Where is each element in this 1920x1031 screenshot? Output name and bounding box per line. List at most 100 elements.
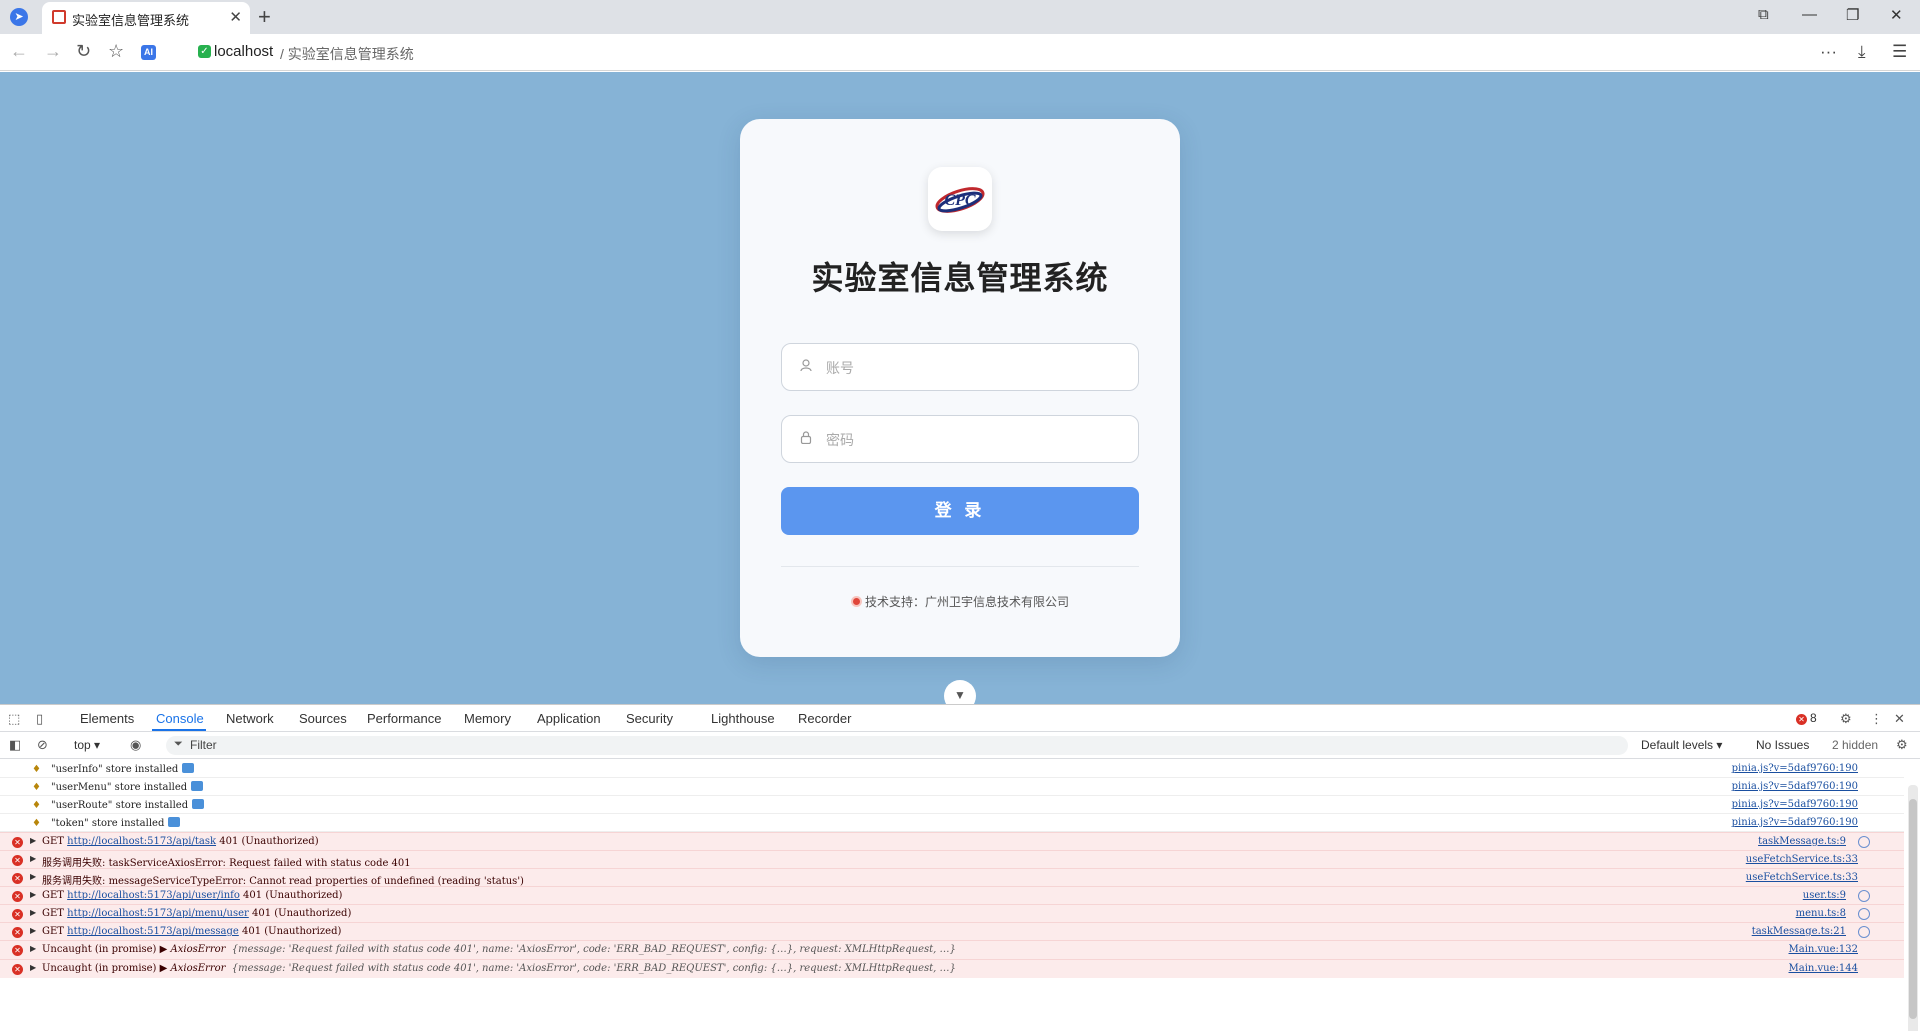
request-link[interactable]: http://localhost:5173/api/message — [67, 926, 239, 937]
tab-security[interactable]: Security — [626, 711, 673, 726]
console-error-row[interactable]: ✕ ▶ 服务调用失败: messageServiceTypeError: Can… — [0, 868, 1904, 887]
console-settings-icon[interactable]: ⚙ — [1896, 737, 1908, 753]
request-link[interactable]: http://localhost:5173/api/user/info — [67, 890, 240, 901]
expand-arrow-icon[interactable]: ▶ — [30, 926, 36, 935]
url-field[interactable]: ✓ localhost / 实验室信息管理系统 — [172, 42, 1812, 64]
scrollbar-thumb[interactable] — [1909, 799, 1917, 1019]
browser-app-icon[interactable]: ➤ — [10, 8, 28, 26]
close-window-button[interactable]: ✕ — [1890, 6, 1903, 24]
expand-arrow-icon[interactable]: ▶ — [30, 963, 36, 972]
error-icon: ✕ — [12, 891, 23, 902]
new-tab-button[interactable]: + — [258, 4, 271, 30]
request-link[interactable]: http://localhost:5173/api/menu/user — [67, 908, 249, 919]
console-error-row[interactable]: ✕ ▶ 服务调用失败: taskServiceAxiosError: Reque… — [0, 850, 1904, 869]
pineapple-icon: ♦ — [32, 800, 41, 811]
settings-gear-icon[interactable]: ⚙ — [1840, 711, 1852, 727]
restore-button[interactable]: ❐ — [1846, 6, 1859, 24]
expand-arrow-icon[interactable]: ▶ — [30, 836, 36, 845]
minimize-button[interactable]: — — [1802, 6, 1817, 23]
tab-elements[interactable]: Elements — [80, 711, 134, 726]
expand-arrow-icon[interactable]: ▶ — [30, 908, 36, 917]
user-icon — [800, 359, 812, 375]
account-field[interactable] — [781, 343, 1139, 391]
source-link[interactable]: pinia.js?v=5daf9760:190 — [1732, 817, 1858, 828]
tab-memory[interactable]: Memory — [464, 711, 511, 726]
console-error-row[interactable]: ✕ ▶ Uncaught (in promise) ▶ AxiosError {… — [0, 959, 1904, 978]
network-globe-icon[interactable] — [1858, 890, 1870, 902]
console-toolbar: ◧ ⊘ top ▾ ◉ ⏷ Default levels ▾ No Issues… — [0, 733, 1920, 759]
expand-arrow-icon[interactable]: ▶ — [30, 872, 36, 881]
account-input[interactable] — [826, 354, 1126, 382]
source-link[interactable]: pinia.js?v=5daf9760:190 — [1732, 799, 1858, 810]
expand-arrow-icon[interactable]: ▶ — [30, 854, 36, 863]
error-counter[interactable]: ✕ 8 — [1796, 711, 1817, 725]
tab-application[interactable]: Application — [537, 711, 601, 726]
back-icon[interactable]: ← — [10, 41, 28, 62]
console-error-row[interactable]: ✕ ▶ GET http://localhost:5173/api/messag… — [0, 922, 1904, 940]
scroll-down-icon[interactable]: ▼ — [944, 680, 976, 704]
error-text: 401 (Unauthorized) — [243, 890, 343, 901]
network-globe-icon[interactable] — [1858, 836, 1870, 848]
source-link[interactable]: Main.vue:144 — [1789, 963, 1858, 974]
password-input[interactable] — [826, 426, 1126, 454]
console-error-row[interactable]: ✕ ▶ GET http://localhost:5173/api/user/i… — [0, 886, 1904, 904]
console-scrollbar[interactable] — [1908, 785, 1918, 1031]
source-link[interactable]: taskMessage.ts:9 — [1758, 836, 1846, 847]
password-field[interactable] — [781, 415, 1139, 463]
source-link[interactable]: pinia.js?v=5daf9760:190 — [1732, 781, 1858, 792]
tab-network[interactable]: Network — [226, 711, 274, 726]
sidebar-toggle-icon[interactable]: ◧ — [9, 737, 21, 753]
error-text: 401 (Unauthorized) — [241, 926, 342, 937]
network-globe-icon[interactable] — [1858, 926, 1870, 938]
log-levels-dropdown[interactable]: Default levels ▾ — [1641, 738, 1722, 752]
tab-search-icon[interactable]: ⧉ — [1758, 6, 1769, 23]
network-globe-icon[interactable] — [1858, 908, 1870, 920]
hidden-count: 2 hidden — [1832, 738, 1879, 752]
error-prefix: Uncaught (in promise) — [42, 944, 157, 955]
source-link[interactable]: taskMessage.ts:21 — [1752, 926, 1846, 937]
live-expression-eye-icon[interactable]: ◉ — [130, 737, 141, 753]
more-options-icon[interactable]: ··· — [1820, 42, 1837, 62]
filter-field[interactable]: ⏷ — [166, 736, 1628, 755]
active-tab-indicator — [152, 729, 206, 731]
tab-sources[interactable]: Sources — [299, 711, 347, 726]
error-prefix: GET — [42, 926, 64, 937]
reload-icon[interactable]: ↻ — [76, 41, 91, 62]
console-error-row[interactable]: ✕ ▶ GET http://localhost:5173/api/task 4… — [0, 832, 1904, 850]
ai-assistant-icon[interactable]: AI — [141, 45, 156, 60]
console-messages: ♦ "userInfo" store installed pinia.js?v=… — [0, 760, 1904, 1031]
forward-icon[interactable]: → — [44, 41, 62, 62]
close-devtools-icon[interactable]: ✕ — [1894, 711, 1905, 727]
clear-console-icon[interactable]: ⊘ — [37, 737, 48, 753]
browser-tab[interactable]: 实验室信息管理系统 ✕ — [42, 2, 250, 34]
source-link[interactable]: menu.ts:8 — [1796, 908, 1846, 919]
console-error-row[interactable]: ✕ ▶ GET http://localhost:5173/api/menu/u… — [0, 904, 1904, 922]
tab-close-icon[interactable]: ✕ — [229, 8, 242, 26]
request-link[interactable]: http://localhost:5173/api/task — [67, 836, 216, 847]
tab-console[interactable]: Console — [156, 711, 204, 726]
download-icon[interactable]: ⤓ — [1858, 42, 1866, 62]
device-toolbar-icon[interactable]: ▯ — [36, 711, 43, 727]
tab-performance[interactable]: Performance — [367, 711, 441, 726]
menu-icon[interactable]: ☰ — [1892, 42, 1907, 62]
source-link[interactable]: pinia.js?v=5daf9760:190 — [1732, 763, 1858, 774]
source-link[interactable]: useFetchService.ts:33 — [1746, 872, 1858, 883]
login-button[interactable]: 登 录 — [781, 487, 1139, 535]
issues-badge[interactable]: No Issues — [1756, 738, 1809, 752]
error-object: {message: 'Request failed with status co… — [231, 963, 956, 974]
context-selector[interactable]: top ▾ — [74, 738, 100, 752]
expand-arrow-icon[interactable]: ▶ — [30, 890, 36, 899]
more-vertical-icon[interactable]: ⋮ — [1870, 711, 1883, 727]
divider — [781, 566, 1139, 567]
source-link[interactable]: useFetchService.ts:33 — [1746, 854, 1858, 865]
expand-arrow-icon[interactable]: ▶ — [30, 944, 36, 953]
inspect-element-icon[interactable]: ⬚ — [8, 711, 20, 727]
tab-lighthouse[interactable]: Lighthouse — [711, 711, 775, 726]
filter-input[interactable] — [190, 737, 590, 753]
support-text: 技术支持：广州卫宇信息技术有限公司 — [864, 595, 1069, 609]
tab-recorder[interactable]: Recorder — [798, 711, 851, 726]
bookmark-star-icon[interactable]: ☆ — [108, 41, 124, 62]
console-error-row[interactable]: ✕ ▶ Uncaught (in promise) ▶ AxiosError {… — [0, 940, 1904, 959]
source-link[interactable]: Main.vue:132 — [1789, 944, 1858, 955]
source-link[interactable]: user.ts:9 — [1803, 890, 1846, 901]
